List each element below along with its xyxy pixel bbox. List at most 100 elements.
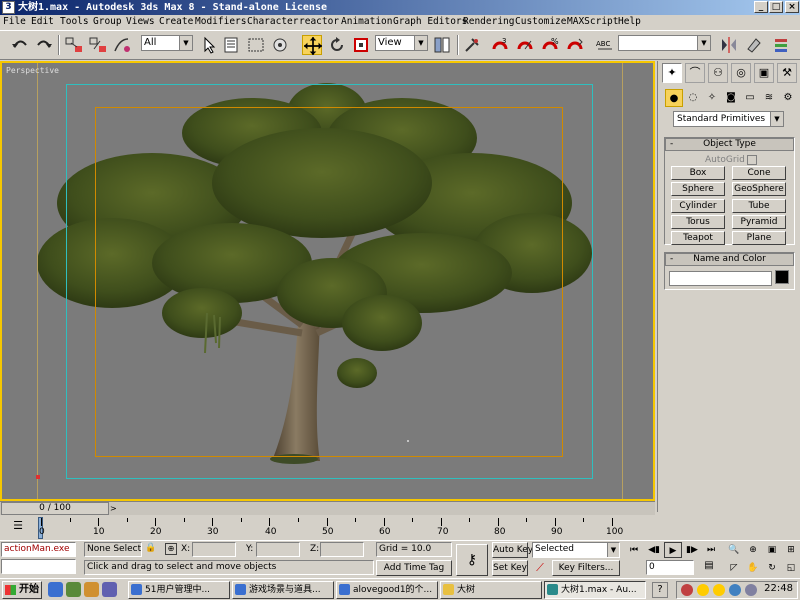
menu-group[interactable]: Group [93,16,122,27]
spinner-snap-icon[interactable] [565,35,585,55]
time-slider[interactable]: 0 / 100 > [0,501,655,515]
menu-customize[interactable]: Customize [515,16,566,27]
set-key-mode-icon[interactable]: ⚷ [456,544,488,576]
zoom-all-icon[interactable]: ⊕ [744,542,762,558]
absolute-mode-icon[interactable]: ⊕ [165,543,177,555]
slider-next-icon[interactable]: > [110,504,117,513]
autogrid-checkbox[interactable] [747,155,757,165]
set-key-button[interactable]: Set Key [492,560,528,576]
pan-view-icon[interactable]: ✋ [744,560,762,576]
object-name-input[interactable] [669,271,772,286]
teapot-button[interactable]: Teapot [671,231,725,245]
select-by-name-icon[interactable] [222,35,242,55]
arc-rotate-icon[interactable]: ↻ [763,560,781,576]
previous-frame-icon[interactable]: ◀▮ [645,542,663,558]
motion-tab-icon[interactable]: ◎ [731,63,751,83]
start-button[interactable]: 开始 [2,581,42,599]
plane-button[interactable]: Plane [732,231,786,245]
hierarchy-tab-icon[interactable]: ⚇ [708,63,728,83]
select-and-move-icon[interactable] [302,35,322,55]
time-slider-thumb[interactable]: 0 / 100 [1,502,109,515]
lights-icon[interactable]: ✧ [703,89,721,107]
geometry-icon[interactable]: ● [665,89,683,107]
zoom-extents-all-icon[interactable]: ⊞ [782,542,800,558]
space-warps-icon[interactable]: ≋ [760,89,778,107]
utilities-tab-icon[interactable]: ⚒ [777,63,797,83]
pyramid-button[interactable]: Pyramid [732,215,786,229]
z-coordinate-field[interactable] [320,542,364,557]
lock-icon[interactable]: 🔒 [145,543,156,555]
auto-key-button[interactable]: Auto Key [492,542,533,558]
zoom-extents-icon[interactable]: ▣ [763,542,781,558]
object-color-swatch[interactable] [775,270,789,284]
geosphere-button[interactable]: GeoSphere [732,182,786,196]
track-bar[interactable]: ☰ 0 10 20 30 40 50 60 70 80 90 100 [0,515,655,540]
next-frame-icon[interactable]: ▮▶ [683,542,701,558]
select-and-manipulate-icon[interactable] [462,35,482,55]
add-time-tag-button[interactable]: Add Time Tag [376,560,452,576]
select-and-rotate-icon[interactable] [327,35,347,55]
cylinder-button[interactable]: Cylinder [671,199,725,213]
maxscript-input[interactable] [1,559,76,574]
align-icon[interactable] [744,35,764,55]
menu-modifiers[interactable]: Modifiers [195,16,246,27]
go-to-start-icon[interactable]: ⏮ [625,542,643,558]
viewport-label[interactable]: Perspective [6,66,59,75]
named-selection-sets-dropdown[interactable]: ▼ [618,35,711,51]
menu-file[interactable]: File [3,16,26,27]
create-tab-icon[interactable]: ✦ [662,63,682,83]
maxscript-mini-listener[interactable]: actionMan.exe [1,542,76,557]
window-crossing-icon[interactable] [270,35,290,55]
qq-icon[interactable] [713,584,725,596]
menu-reactor[interactable]: reactor [299,16,339,27]
name-and-color-header[interactable]: - Name and Color [665,253,794,266]
quick-launch-app-icon[interactable] [84,582,99,597]
y-coordinate-field[interactable] [256,542,300,557]
selection-filter-dropdown[interactable]: All ▼ [141,35,193,51]
primitive-category-dropdown[interactable]: Standard Primitives ▼ [673,111,784,127]
helpers-icon[interactable]: ▭ [741,89,759,107]
pivot-center-icon[interactable] [432,35,452,55]
display-tab-icon[interactable]: ▣ [754,63,774,83]
taskbar-item[interactable]: alovegood1的个... [336,581,438,599]
systems-icon[interactable]: ⚙ [779,89,797,107]
menu-graph-editors[interactable]: Graph Editors [393,16,467,27]
internet-explorer-icon[interactable] [48,582,63,597]
taskbar-item[interactable]: 大树 [440,581,542,599]
media-player-icon[interactable] [102,582,117,597]
menu-character[interactable]: Character [247,16,298,27]
network-icon[interactable] [729,584,741,596]
key-filters-button[interactable]: Key Filters... [552,560,620,576]
percent-snap-icon[interactable]: % [540,35,560,55]
3ds-max-icon[interactable]: 3 [2,1,15,14]
menu-tools[interactable]: Tools [60,16,89,27]
mini-curve-editor-icon[interactable]: ☰ [10,519,26,533]
cameras-icon[interactable]: ◙ [722,89,740,107]
angle-snap-icon[interactable] [515,35,535,55]
menu-help[interactable]: Help [618,16,641,27]
taskbar-item-active[interactable]: 大树1.max - Au... [544,581,646,599]
menu-edit[interactable]: Edit [31,16,54,27]
cone-button[interactable]: Cone [732,166,786,180]
qq-icon[interactable] [697,584,709,596]
redo-icon[interactable] [34,35,54,55]
menu-animation[interactable]: Animation [341,16,392,27]
taskbar-item[interactable]: 游戏场景与道具... [232,581,334,599]
unlink-selection-icon[interactable] [88,35,108,55]
default-in-out-tangent-icon[interactable]: ⟋ [532,560,548,576]
desktop-icon[interactable] [66,582,81,597]
rectangular-selection-icon[interactable] [246,35,266,55]
undo-icon[interactable] [10,35,30,55]
select-and-scale-icon[interactable] [351,35,371,55]
menu-rendering[interactable]: Rendering [463,16,514,27]
time-configuration-icon[interactable]: ▤ [700,560,718,576]
select-object-icon[interactable] [199,35,219,55]
field-of-view-icon[interactable]: ◸ [725,560,743,576]
minimize-button[interactable]: _ [754,1,768,13]
maximize-viewport-icon[interactable]: ◱ [782,560,800,576]
bind-to-space-warp-icon[interactable] [112,35,132,55]
modify-tab-icon[interactable]: ⌒ [685,63,705,83]
snaps-toggle-icon[interactable]: 3 [490,35,510,55]
zoom-icon[interactable]: 🔍 [725,542,743,558]
taskbar-item[interactable]: 51用户管理中... [128,581,230,599]
